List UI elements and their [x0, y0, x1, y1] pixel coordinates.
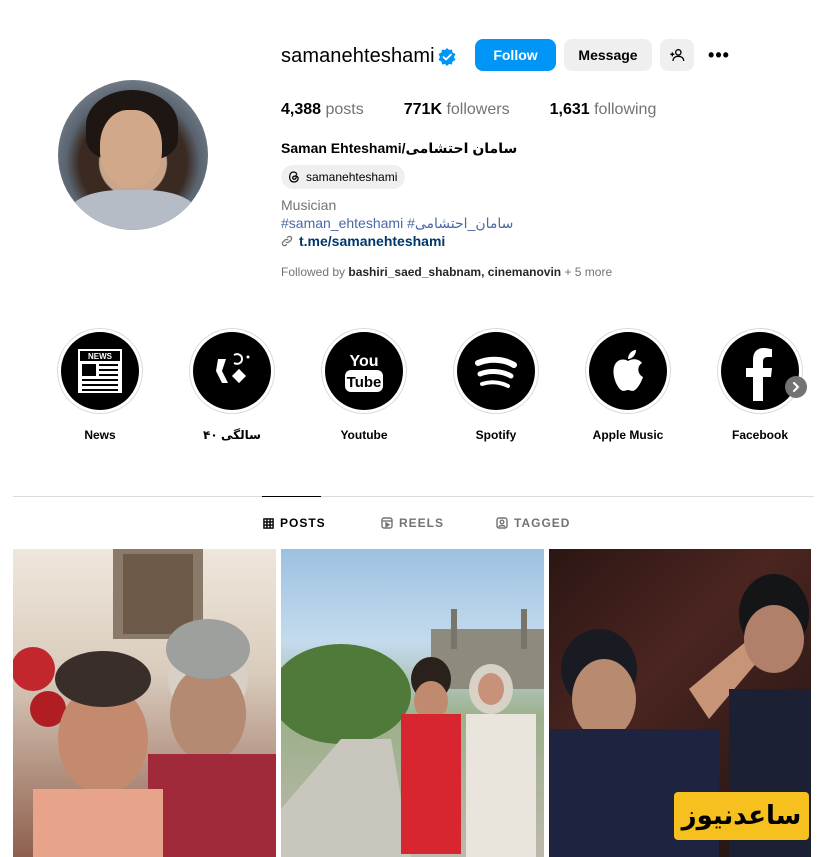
threads-handle: samanehteshami	[306, 170, 398, 184]
active-tab-indicator	[262, 496, 321, 497]
profile-avatar[interactable]	[58, 80, 208, 230]
more-options-button[interactable]: •••	[702, 39, 736, 71]
followed-by-names: bashiri_saed_shabnam, cinemanovin	[348, 265, 562, 279]
avatar-shirt	[68, 190, 198, 230]
highlight-ring	[189, 328, 275, 414]
followers-stat[interactable]: 771K followers	[404, 101, 510, 119]
threads-icon	[288, 171, 299, 183]
highlight-ring	[717, 328, 803, 414]
add-user-icon	[670, 49, 685, 62]
tab-posts[interactable]: POSTS	[263, 516, 326, 530]
svg-text:Tube: Tube	[347, 374, 382, 391]
profile-link[interactable]: t.me/samanehteshami	[281, 233, 445, 249]
followed-by-prefix: Followed by	[281, 265, 349, 279]
site-watermark: ساعدنیوز	[674, 792, 809, 840]
tab-label: POSTS	[280, 516, 326, 530]
highlight-label: Apple Music	[592, 428, 664, 442]
reels-icon	[381, 517, 393, 529]
tab-reels[interactable]: REELS	[381, 516, 444, 530]
link-icon	[281, 235, 293, 247]
highlight-label: Spotify	[475, 428, 517, 442]
highlight-cover	[589, 332, 667, 410]
highlight-forty-years[interactable]: ۴۰ سالگی	[189, 328, 275, 442]
apple-icon	[613, 350, 643, 391]
avatar-face	[100, 110, 162, 188]
post-photo-selfie	[13, 549, 276, 857]
posts-stat: 4,388 posts	[281, 101, 364, 119]
forty-years-icon	[216, 353, 250, 384]
post-photo-square	[281, 609, 544, 857]
tab-tagged[interactable]: TAGGED	[496, 516, 570, 530]
highlight-cover	[721, 332, 799, 410]
profile-username: samanehteshami	[281, 45, 435, 67]
tab-label: REELS	[399, 516, 445, 530]
followed-by-more: + 5 more	[561, 265, 613, 279]
followed-by[interactable]: Followed by bashiri_saed_shabnam, cinema…	[281, 265, 612, 279]
facebook-icon	[746, 348, 772, 401]
spotify-icon	[475, 356, 517, 388]
youtube-icon: You Tube	[345, 353, 383, 392]
follow-button[interactable]: Follow	[475, 39, 556, 71]
profile-category: Musician	[281, 197, 337, 213]
tab-label: TAGGED	[514, 516, 571, 530]
threads-badge[interactable]: samanehteshami	[281, 165, 406, 189]
highlight-label: Facebook	[731, 428, 788, 442]
highlight-cover	[457, 332, 535, 410]
message-button[interactable]: Message	[564, 39, 652, 71]
highlight-ring: You Tube	[321, 328, 407, 414]
suggested-users-button[interactable]	[660, 39, 694, 71]
highlight-label: ۴۰ سالگی	[203, 428, 261, 442]
svg-text:You: You	[349, 353, 378, 370]
highlight-label: News	[84, 428, 116, 442]
highlight-ring	[585, 328, 671, 414]
profile-full-name: Saman Ehteshami/سامان احتشامی	[281, 140, 518, 156]
highlight-cover: NEWS	[61, 332, 139, 410]
following-label: following	[594, 101, 657, 118]
followers-count: 771K	[403, 101, 442, 118]
profile-link-text: t.me/samanehteshami	[299, 233, 446, 249]
highlight-apple-music[interactable]: Apple Music	[585, 328, 671, 442]
posts-count: 4,388	[281, 101, 322, 118]
followers-label: followers	[446, 101, 510, 118]
news-icon: NEWS	[78, 349, 122, 393]
highlights-next-button[interactable]	[785, 376, 807, 398]
highlight-cover: You Tube	[325, 332, 403, 410]
tagged-icon	[496, 517, 508, 529]
highlight-cover	[193, 332, 271, 410]
tabs-divider	[13, 496, 814, 497]
chevron-right-icon	[793, 382, 800, 392]
post-thumbnail[interactable]	[13, 549, 276, 857]
grid-icon	[263, 517, 274, 529]
post-thumbnail[interactable]	[281, 549, 544, 857]
verified-badge-icon	[438, 48, 456, 66]
following-count: 1,631	[549, 101, 590, 118]
svg-text:NEWS: NEWS	[88, 352, 113, 361]
highlight-news[interactable]: NEWS News	[57, 328, 143, 442]
highlight-youtube[interactable]: You Tube Youtube	[321, 328, 407, 442]
highlight-ring	[453, 328, 539, 414]
profile-stats: 4,388 posts 771K followers 1,631 followi…	[281, 101, 696, 119]
highlight-label: Youtube	[340, 428, 388, 442]
highlight-spotify[interactable]: Spotify	[453, 328, 539, 442]
profile-hashtags[interactable]: #saman_ehteshami #سامان_احتشامی	[281, 215, 513, 232]
posts-label: posts	[325, 101, 364, 118]
highlight-ring: NEWS	[57, 328, 143, 414]
following-stat[interactable]: 1,631 following	[550, 101, 657, 119]
